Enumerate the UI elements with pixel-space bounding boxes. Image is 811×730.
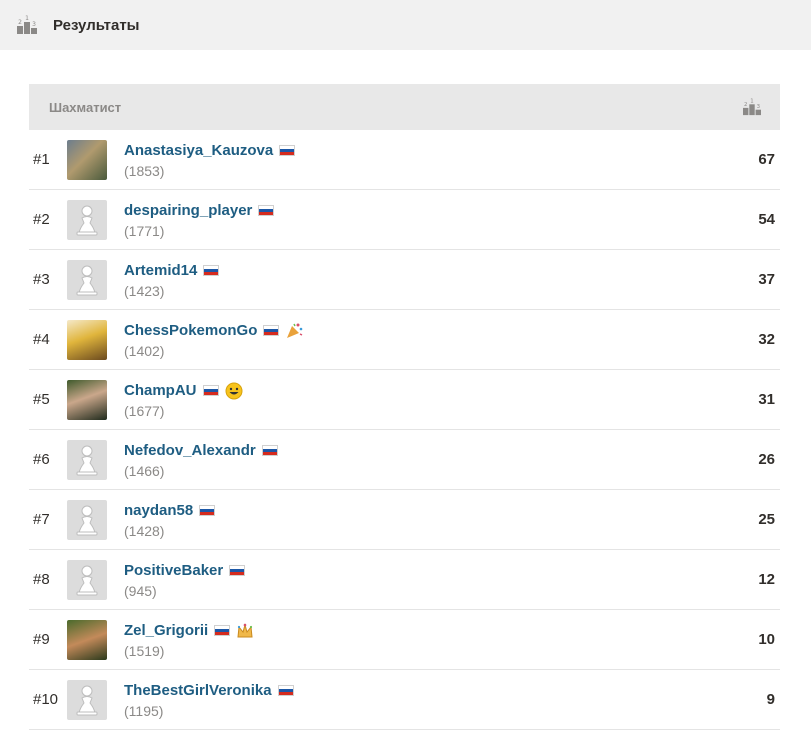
avatar-photo[interactable] (67, 379, 107, 420)
table-row: #7 naydan58 (1428) 25 (29, 490, 780, 550)
table-row: #2 despairing_player (1771) 54 (29, 190, 780, 250)
avatar-pawn-icon[interactable] (67, 259, 107, 300)
score-value: 10 (758, 631, 775, 648)
page-title: Результаты (53, 16, 140, 34)
player-rating: (1853) (124, 162, 165, 179)
avatar-photo[interactable] (67, 319, 107, 360)
svg-text:1: 1 (750, 99, 753, 105)
avatar-pawn-icon[interactable] (67, 199, 107, 240)
score-value: 25 (758, 511, 775, 528)
score-value: 31 (758, 391, 775, 408)
username-link[interactable]: naydan58 (124, 502, 193, 519)
player-rating: (1428) (124, 522, 165, 539)
svg-text:2: 2 (18, 19, 22, 26)
rank-label: #1 (33, 151, 50, 168)
rank-label: #5 (33, 391, 50, 408)
avatar-photo[interactable] (67, 139, 107, 180)
russia-flag-icon[interactable] (261, 445, 278, 456)
player-rating: (1195) (124, 702, 164, 719)
rank-label: #2 (33, 211, 50, 228)
rank-label: #4 (33, 331, 50, 348)
rank-label: #6 (33, 451, 50, 468)
username-link[interactable]: Nefedov_Alexandr (124, 442, 256, 459)
russia-flag-icon[interactable] (202, 385, 219, 396)
score-value: 12 (758, 571, 775, 588)
smiley-icon (225, 382, 243, 400)
table-body: #1 Anastasiya_Kauzova (1853) 67 #2 despa… (29, 130, 780, 730)
username-link[interactable]: Anastasiya_Kauzova (124, 142, 273, 159)
player-rating: (1519) (124, 642, 165, 659)
russia-flag-icon[interactable] (263, 325, 280, 336)
table-row: #3 Artemid14 (1423) 37 (29, 250, 780, 310)
table-row: #9 Zel_Grigorii (1519) 10 (29, 610, 780, 670)
player-rating: (945) (124, 582, 157, 599)
table-row: #5 ChampAU (1677) 31 (29, 370, 780, 430)
table-row: #6 Nefedov_Alexandr (1466) 26 (29, 430, 780, 490)
username-link[interactable]: ChampAU (124, 382, 197, 399)
party-popper-icon (285, 322, 303, 340)
page-header: 1 2 3 Результаты (0, 0, 811, 50)
column-player-header[interactable]: Шахматист (49, 100, 121, 115)
rank-label: #10 (33, 691, 59, 708)
russia-flag-icon[interactable] (229, 565, 246, 576)
score-value: 67 (758, 151, 775, 168)
svg-text:3: 3 (32, 21, 36, 28)
player-rating: (1402) (124, 342, 165, 359)
player-rating: (1771) (124, 222, 165, 239)
podium-icon: 1 2 3 (17, 15, 37, 34)
score-value: 32 (758, 331, 775, 348)
avatar-photo[interactable] (67, 619, 107, 660)
rank-label: #7 (33, 511, 50, 528)
username-link[interactable]: ChessPokemonGo (124, 322, 257, 339)
username-link[interactable]: TheBestGirlVeronika (124, 682, 272, 699)
results-table: Шахматист 1 2 3 #1 Anastasiya_Kauzova (1… (29, 84, 780, 730)
svg-text:1: 1 (25, 15, 29, 22)
table-row: #4 ChessPokemonGo (1402) 32 (29, 310, 780, 370)
player-rating: (1466) (124, 462, 165, 479)
username-link[interactable]: PositiveBaker (124, 562, 223, 579)
table-row: #10 TheBestGirlVeronika (1195) 9 (29, 670, 780, 730)
table-row: #8 PositiveBaker (945) 12 (29, 550, 780, 610)
russia-flag-icon[interactable] (277, 685, 294, 696)
score-value: 54 (758, 211, 775, 228)
russia-flag-icon[interactable] (214, 625, 231, 636)
svg-text:3: 3 (757, 104, 760, 110)
rank-label: #3 (33, 271, 50, 288)
russia-flag-icon[interactable] (199, 505, 216, 516)
score-value: 37 (758, 271, 775, 288)
username-link[interactable]: despairing_player (124, 202, 252, 219)
username-link[interactable]: Zel_Grigorii (124, 622, 208, 639)
russia-flag-icon[interactable] (258, 205, 275, 216)
username-link[interactable]: Artemid14 (124, 262, 197, 279)
crown-icon (236, 622, 254, 640)
player-rating: (1677) (124, 402, 165, 419)
avatar-pawn-icon[interactable] (67, 499, 107, 540)
table-header: Шахматист 1 2 3 (29, 84, 780, 130)
podium-icon[interactable]: 1 2 3 (742, 98, 762, 116)
rank-label: #8 (33, 571, 50, 588)
table-row: #1 Anastasiya_Kauzova (1853) 67 (29, 130, 780, 190)
avatar-pawn-icon[interactable] (67, 439, 107, 480)
player-rating: (1423) (124, 282, 165, 299)
score-value: 9 (766, 691, 775, 708)
russia-flag-icon[interactable] (203, 265, 220, 276)
svg-text:2: 2 (744, 102, 747, 108)
rank-label: #9 (33, 631, 50, 648)
avatar-pawn-icon[interactable] (67, 559, 107, 600)
score-value: 26 (758, 451, 775, 468)
avatar-pawn-icon[interactable] (67, 679, 107, 720)
russia-flag-icon[interactable] (279, 145, 296, 156)
